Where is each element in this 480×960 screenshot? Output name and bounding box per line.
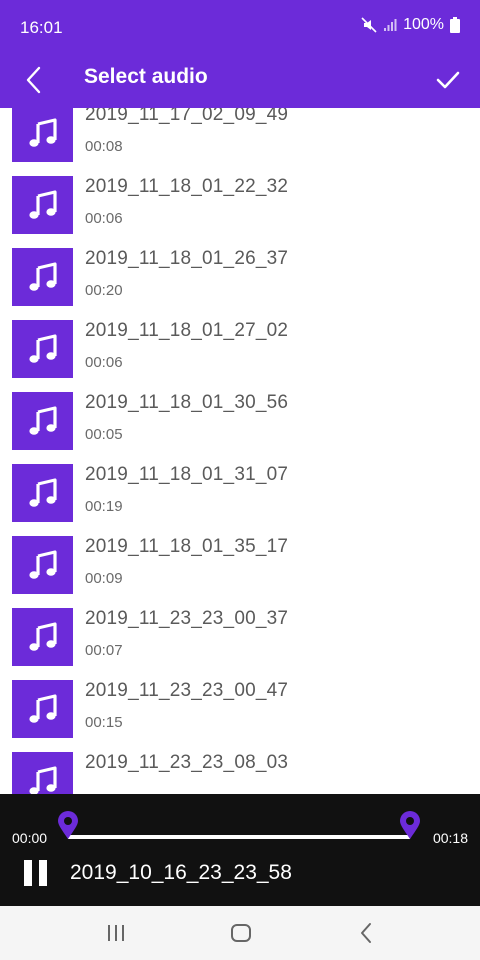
audio-list-item[interactable]: 2019_11_23_23_00_37 00:07 <box>0 608 480 680</box>
audio-duration: 00:05 <box>85 426 123 443</box>
audio-list-item[interactable]: 2019_11_17_02_09_49 00:08 <box>0 108 480 176</box>
audio-thumbnail <box>12 320 73 378</box>
app-bar: Select audio <box>0 56 480 108</box>
audio-list-item[interactable]: 2019_11_18_01_35_17 00:09 <box>0 536 480 608</box>
music-note-icon <box>28 262 57 291</box>
audio-thumbnail <box>12 752 73 794</box>
audio-duration: 00:06 <box>85 210 123 227</box>
audio-name: 2019_11_23_23_08_03 <box>85 752 289 773</box>
back-icon <box>361 923 371 943</box>
audio-duration: 00:06 <box>85 354 123 371</box>
battery-icon <box>450 17 460 33</box>
audio-name: 2019_11_18_01_35_17 <box>85 536 289 557</box>
mute-icon <box>361 17 377 33</box>
music-note-icon <box>28 478 57 507</box>
audio-thumbnail <box>12 248 73 306</box>
music-note-icon <box>28 190 57 219</box>
player-start-time: 00:00 <box>12 830 48 846</box>
battery-text: 100% <box>403 16 444 33</box>
audio-thumbnail <box>12 176 73 234</box>
check-icon <box>436 71 460 89</box>
music-note-icon <box>28 766 57 794</box>
audio-duration: 00:07 <box>85 642 123 659</box>
back-button[interactable] <box>14 60 54 100</box>
audio-list[interactable]: 2019_11_17_02_09_49 00:08 2019_11_18_01_22… <box>0 108 480 794</box>
audio-name: 2019_11_17_02_09_49 <box>85 108 289 125</box>
music-note-icon <box>28 622 57 651</box>
audio-name: 2019_11_18_01_26_37 <box>85 248 289 269</box>
status-icons: 100% <box>361 16 460 34</box>
trim-end-handle[interactable] <box>398 810 422 840</box>
audio-thumbnail <box>12 680 73 738</box>
trim-track[interactable] <box>68 835 410 839</box>
music-note-icon <box>28 118 57 147</box>
audio-thumbnail <box>12 392 73 450</box>
music-note-icon <box>28 550 57 579</box>
audio-duration: 00:08 <box>85 138 123 155</box>
system-nav-bar <box>0 906 480 960</box>
audio-thumbnail <box>12 464 73 522</box>
audio-list-item[interactable]: 2019_11_18_01_30_56 00:05 <box>0 392 480 464</box>
home-icon <box>231 924 251 942</box>
audio-list-item[interactable]: 2019_11_18_01_26_37 00:20 <box>0 248 480 320</box>
pause-icon-bar <box>38 860 47 886</box>
system-back-button[interactable] <box>346 918 386 948</box>
audio-player: 00:00 00:18 2019_10_16_23_23_58 <box>0 794 480 906</box>
audio-name: 2019_11_18_01_27_02 <box>85 320 289 341</box>
audio-name: 2019_11_23_23_00_47 <box>85 680 289 701</box>
page-title: Select audio <box>84 65 208 88</box>
recents-icon <box>108 925 124 941</box>
status-time: 16:01 <box>20 18 63 37</box>
audio-name: 2019_11_18_01_30_56 <box>85 392 289 413</box>
top-bar: 16:01 100% Select audio <box>0 0 480 108</box>
home-button[interactable] <box>221 918 261 948</box>
audio-duration: 00:19 <box>85 498 123 515</box>
audio-duration: 00:20 <box>85 282 123 299</box>
audio-list-item[interactable]: 2019_11_23_23_00_47 00:15 <box>0 680 480 752</box>
audio-thumbnail <box>12 108 73 162</box>
audio-list-inner: 2019_11_17_02_09_49 00:08 2019_11_18_01_22… <box>0 108 480 794</box>
audio-name: 2019_11_18_01_22_32 <box>85 176 289 197</box>
audio-name: 2019_11_23_23_00_37 <box>85 608 289 629</box>
pause-button[interactable] <box>22 860 48 886</box>
audio-name: 2019_11_18_01_31_07 <box>85 464 289 485</box>
audio-list-item[interactable]: 2019_11_18_01_31_07 00:19 <box>0 464 480 536</box>
audio-list-item[interactable]: 2019_11_23_23_08_03 <box>0 752 480 794</box>
trim-start-handle[interactable] <box>56 810 80 840</box>
status-bar: 16:01 100% <box>0 0 480 56</box>
audio-thumbnail <box>12 608 73 666</box>
now-playing-title: 2019_10_16_23_23_58 <box>70 861 292 884</box>
audio-list-item[interactable]: 2019_11_18_01_27_02 00:06 <box>0 320 480 392</box>
music-note-icon <box>28 334 57 363</box>
music-note-icon <box>28 406 57 435</box>
signal-icon <box>383 18 397 32</box>
audio-thumbnail <box>12 536 73 594</box>
player-end-time: 00:18 <box>432 830 468 846</box>
music-note-icon <box>28 694 57 723</box>
audio-duration: 00:15 <box>85 714 123 731</box>
chevron-left-icon <box>26 66 41 94</box>
recents-button[interactable] <box>96 918 136 948</box>
pause-icon <box>23 860 32 886</box>
audio-duration: 00:09 <box>85 570 123 587</box>
audio-list-item[interactable]: 2019_11_18_01_22_32 00:06 <box>0 176 480 248</box>
confirm-button[interactable] <box>428 60 468 100</box>
